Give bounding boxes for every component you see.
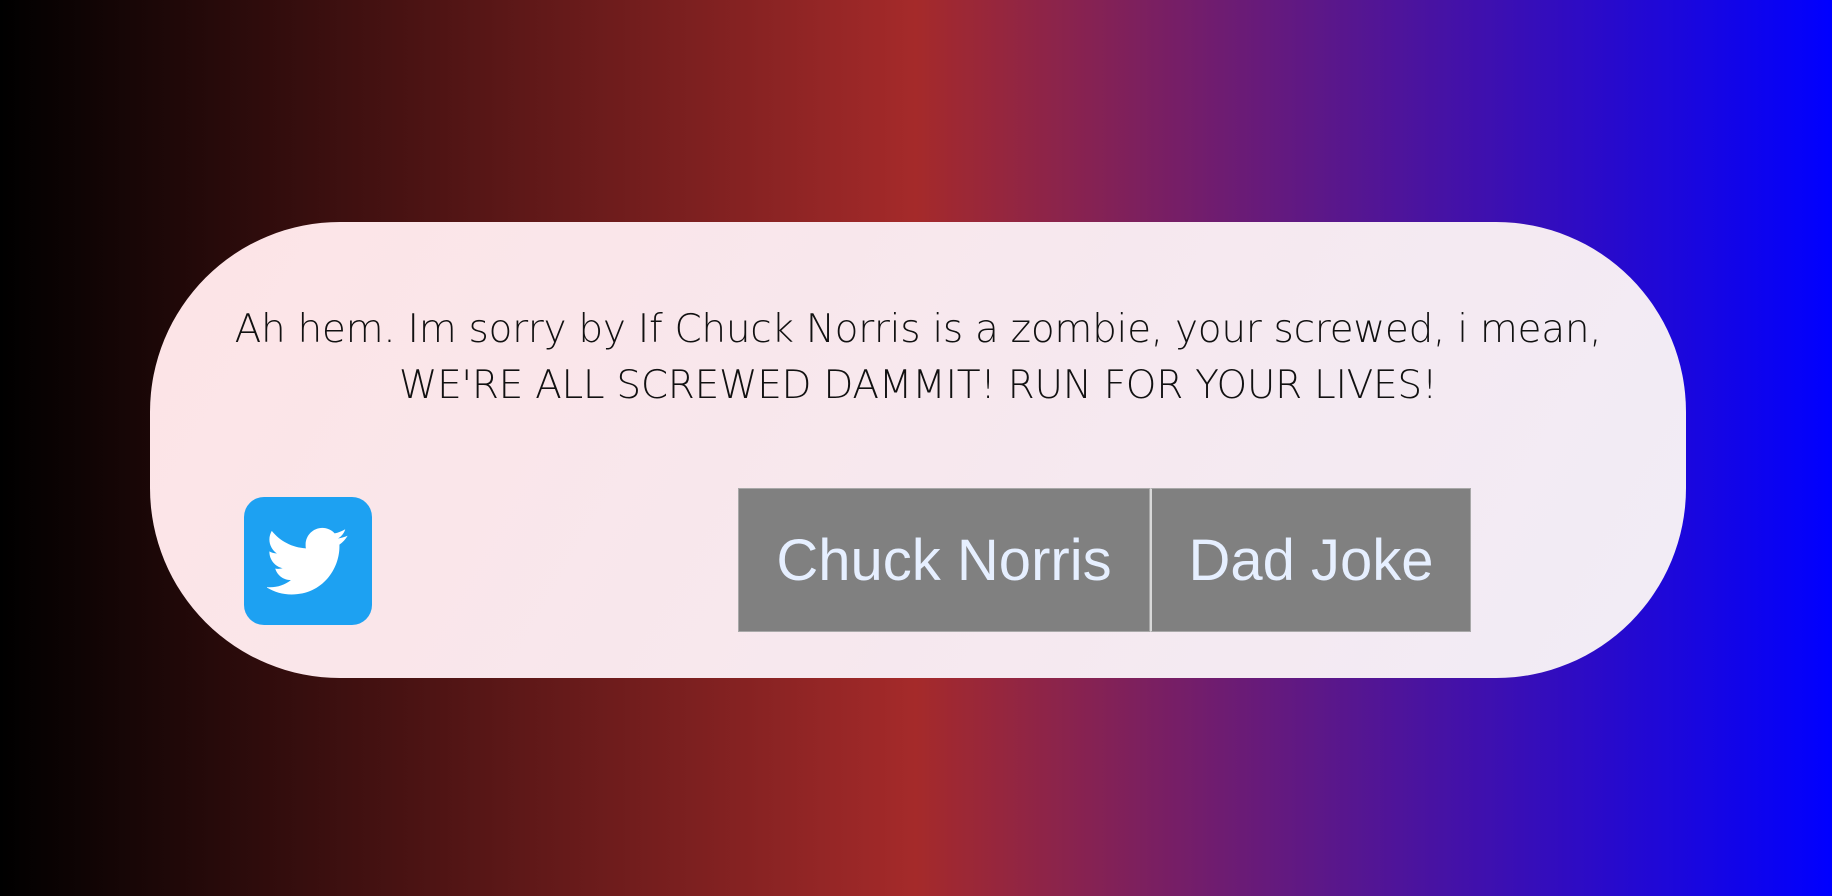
joke-source-buttons: Chuck Norris Dad Joke [738, 488, 1471, 632]
quote-card: Ah hem. Im sorry by If Chuck Norris is a… [150, 222, 1686, 678]
twitter-icon [267, 527, 348, 595]
tweet-button[interactable] [244, 497, 372, 625]
dad-joke-button[interactable]: Dad Joke [1150, 488, 1471, 632]
joke-text: Ah hem. Im sorry by If Chuck Norris is a… [234, 307, 1602, 408]
chuck-norris-button[interactable]: Chuck Norris [738, 488, 1150, 632]
